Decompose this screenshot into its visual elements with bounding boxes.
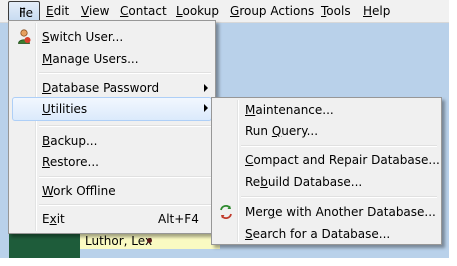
file-menu: Switch User... Manage Users... Database …	[8, 20, 216, 234]
shortcut-label: Alt+F4	[158, 212, 199, 226]
user-icon	[16, 28, 32, 44]
menu-item-run-query[interactable]: Run Query...	[245, 121, 318, 141]
menu-item-utilities[interactable]: Utilities	[12, 97, 212, 121]
contact-status-dot	[147, 238, 152, 243]
menu-item-backup[interactable]: Backup...	[42, 131, 97, 151]
submenu-arrow-icon	[204, 84, 208, 92]
menu-item-switch-user[interactable]: Switch User...	[42, 27, 123, 47]
menu-edit[interactable]: Edit	[46, 4, 69, 19]
menu-view[interactable]: View	[81, 4, 109, 19]
menu-separator	[39, 125, 211, 127]
menu-separator	[39, 72, 211, 74]
submenu-arrow-icon	[204, 104, 208, 112]
menu-help[interactable]: Help	[363, 4, 390, 19]
menu-item-rebuild-database[interactable]: Rebuild Database...	[245, 172, 362, 192]
utilities-submenu: Maintenance... Run Query... Compact and …	[211, 97, 442, 245]
menu-group-actions[interactable]: Group Actions	[230, 4, 314, 19]
menu-item-database-password[interactable]: Database Password	[42, 78, 159, 98]
menu-separator	[241, 196, 437, 198]
app-window: File Edit View Contact Lookup Group Acti…	[0, 0, 449, 258]
menu-item-restore[interactable]: Restore...	[42, 152, 99, 172]
merge-icon	[218, 204, 234, 220]
menu-item-search-database[interactable]: Search for a Database...	[245, 224, 390, 244]
menu-separator	[39, 176, 211, 178]
menu-item-work-offline[interactable]: Work Offline	[42, 181, 116, 201]
menu-lookup[interactable]: Lookup	[176, 4, 219, 19]
menu-file[interactable]: File	[8, 1, 40, 22]
menu-item-exit[interactable]: Exit Alt+F4	[42, 209, 207, 229]
menu-gutter	[35, 23, 37, 231]
menu-item-compact-repair[interactable]: Compact and Repair Database...	[245, 150, 440, 170]
contact-row[interactable]: Luthor, Lex	[80, 232, 220, 249]
menu-gutter	[237, 100, 239, 242]
menu-tools[interactable]: Tools	[321, 4, 351, 19]
menu-contact[interactable]: Contact	[120, 4, 167, 19]
menu-item-manage-users[interactable]: Manage Users...	[42, 49, 139, 69]
menu-separator	[241, 145, 437, 147]
menu-item-maintenance[interactable]: Maintenance...	[245, 100, 334, 120]
menu-separator	[39, 204, 211, 206]
menu-item-merge-database[interactable]: Merge with Another Database...	[245, 202, 436, 222]
